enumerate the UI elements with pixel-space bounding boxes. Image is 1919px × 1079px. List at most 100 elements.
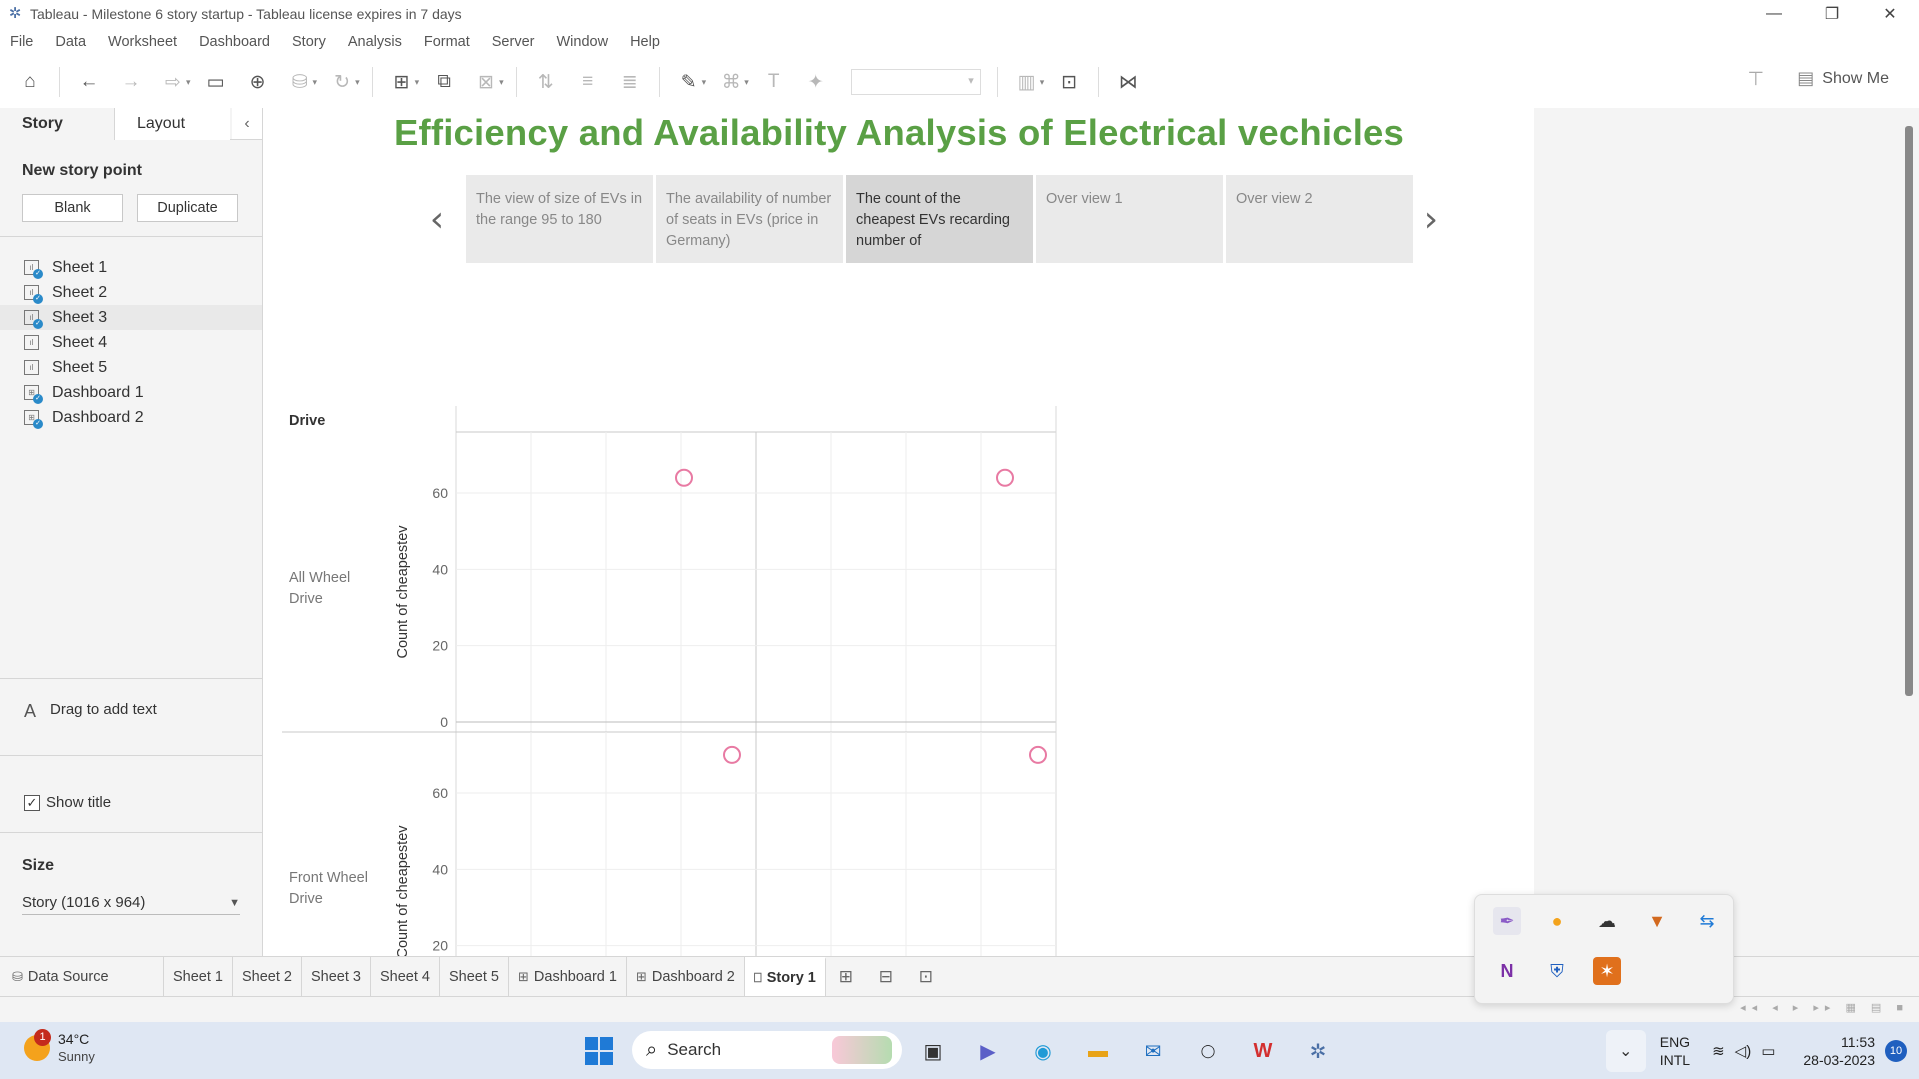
tab-sheet-1[interactable]: Sheet 1	[164, 956, 233, 997]
sheet-list-item[interactable]: ıl ✓ Sheet 1	[0, 255, 262, 280]
tab-sheet-3[interactable]: Sheet 3	[302, 956, 371, 997]
file-explorer-icon[interactable]: ▬	[1083, 1036, 1113, 1066]
new-worksheet-icon[interactable]: ⊞	[388, 68, 416, 96]
tab-sheet-4[interactable]: Sheet 4	[371, 956, 440, 997]
fix-axes-icon[interactable]: ✦	[802, 68, 830, 96]
refresh-icon[interactable]: ↻	[328, 68, 356, 96]
blank-button[interactable]: Blank	[22, 194, 123, 222]
menu-worksheet[interactable]: Worksheet	[98, 34, 189, 50]
fit-dropdown[interactable]	[850, 69, 981, 95]
edge-icon[interactable]: ◉	[1028, 1036, 1058, 1066]
pen-app-icon[interactable]: ✒	[1493, 907, 1521, 935]
input-language[interactable]: ENG INTL	[1660, 1033, 1690, 1069]
sheet-list-item[interactable]: ıl ✓ Sheet 2	[0, 280, 262, 305]
highlight-icon[interactable]: ✎	[675, 68, 703, 96]
show-cards-icon[interactable]: ▥	[1013, 68, 1041, 96]
volume-icon[interactable]: ◁)	[1735, 1042, 1752, 1060]
share-icon[interactable]: ⋈	[1114, 68, 1142, 96]
vlc-icon[interactable]: ▼	[1643, 907, 1671, 935]
new-story-tab-icon[interactable]: ⊡	[906, 957, 946, 997]
pause-caret-icon[interactable]: ▾	[313, 77, 318, 88]
sync-app-icon[interactable]: ⇆	[1693, 907, 1721, 935]
tableau-taskbar-icon[interactable]: ✲	[1303, 1036, 1333, 1066]
menu-server[interactable]: Server	[482, 34, 547, 50]
previous-point-arrow-icon[interactable]: ‹	[424, 174, 450, 264]
tab-dashboard-2[interactable]: ⊞ Dashboard 2	[627, 956, 745, 997]
show-hidden-icons-chevron-icon[interactable]: ⌄	[1605, 1029, 1646, 1072]
show-cards-caret-icon[interactable]: ▾	[1040, 77, 1045, 88]
pause-updates-icon[interactable]: ⛁	[286, 68, 314, 96]
menu-help[interactable]: Help	[620, 34, 672, 50]
highlight-caret-icon[interactable]: ▾	[702, 77, 707, 88]
new-dashboard-tab-icon[interactable]: ⊟	[866, 957, 906, 997]
menu-format[interactable]: Format	[414, 34, 482, 50]
security-shield-icon[interactable]: ⛨	[1543, 957, 1571, 985]
tab-sheet-2[interactable]: Sheet 2	[233, 956, 302, 997]
labels-icon[interactable]: T	[760, 68, 788, 96]
next-point-arrow-icon[interactable]: ›	[1418, 174, 1444, 264]
new-worksheet-tab-icon[interactable]: ⊞	[826, 957, 866, 997]
fire-app-icon[interactable]: ✶	[1593, 957, 1621, 985]
refresh-caret-icon[interactable]: ▾	[355, 77, 360, 88]
clear-sheet-icon[interactable]: ⊠	[472, 68, 500, 96]
onedrive-off-icon[interactable]: ☁	[1593, 907, 1621, 935]
view-controls-icon[interactable]: ◂◂ ◂ ▸ ▸▸ ▦ ▤ ■	[1740, 1001, 1909, 1014]
teams-chat-icon[interactable]: ▶	[973, 1036, 1003, 1066]
weather-widget[interactable]: 1 34°C Sunny	[24, 1029, 95, 1066]
sheet-list-item[interactable]: ⊞ ✓ Dashboard 1	[0, 380, 262, 405]
save-icon[interactable]: ▭	[202, 68, 230, 96]
sort-descending-icon[interactable]: ≣	[616, 68, 644, 96]
menu-data[interactable]: Data	[45, 34, 98, 50]
sheet-list-item[interactable]: ıl ✓ Sheet 3	[0, 305, 262, 330]
new-worksheet-caret-icon[interactable]: ▾	[415, 77, 420, 88]
orange-app-icon[interactable]: ●	[1543, 907, 1571, 935]
vertical-scrollbar[interactable]	[1905, 126, 1913, 696]
story-point-2[interactable]: The availability of number of seats in E…	[656, 175, 843, 263]
wps-office-icon[interactable]: W	[1248, 1036, 1278, 1066]
collapse-panel-icon[interactable]: ‹	[232, 108, 262, 139]
close-icon[interactable]: ✕	[1861, 0, 1919, 28]
presentation-mode-icon[interactable]: ⊡	[1055, 68, 1083, 96]
size-dropdown[interactable]: Story (1016 x 964) ▼	[22, 891, 240, 915]
story-point-4[interactable]: Over view 1	[1036, 175, 1223, 263]
undo-icon[interactable]: ←	[75, 68, 103, 96]
menu-analysis[interactable]: Analysis	[338, 34, 414, 50]
clear-caret-icon[interactable]: ▾	[499, 77, 504, 88]
tab-sheet-5[interactable]: Sheet 5	[440, 956, 509, 997]
menu-dashboard[interactable]: Dashboard	[189, 34, 282, 50]
tab-story[interactable]: Story	[0, 108, 115, 140]
tab-dashboard-1[interactable]: ⊞ Dashboard 1	[509, 956, 627, 997]
wifi-icon[interactable]: ≋	[1712, 1042, 1725, 1060]
restore-icon[interactable]: ❐	[1803, 0, 1861, 28]
data-source-tab[interactable]: ⛁ Data Source	[0, 956, 164, 997]
duplicate-button[interactable]: Duplicate	[137, 194, 238, 222]
mail-icon[interactable]: ✉	[1138, 1036, 1168, 1066]
tab-story-1[interactable]: ⎕ Story 1	[744, 956, 826, 997]
sort-ascending-icon[interactable]: ≡	[574, 68, 602, 96]
notification-count-badge[interactable]: 10	[1885, 1039, 1907, 1062]
menu-file[interactable]: File	[0, 34, 45, 50]
show-me-button[interactable]: ▤ Show Me	[1797, 68, 1889, 89]
group-caret-icon[interactable]: ▾	[744, 77, 749, 88]
drag-to-add-text[interactable]: A Drag to add text	[0, 678, 262, 756]
home-icon[interactable]: ⌂	[16, 68, 44, 96]
clock[interactable]: 11:53 28-03-2023	[1803, 1033, 1875, 1069]
swap-icon[interactable]: ⇅	[532, 68, 560, 96]
taskbar-search[interactable]: ⌕ Search	[632, 1031, 902, 1069]
sheet-list-item[interactable]: ⊞ ✓ Dashboard 2	[0, 405, 262, 430]
task-view-icon[interactable]: ▣	[918, 1036, 948, 1066]
dell-icon[interactable]: ◯	[1193, 1036, 1223, 1066]
battery-icon[interactable]: ▭	[1761, 1042, 1775, 1060]
pin-icon[interactable]: ⊤	[1747, 68, 1764, 91]
sheet-list-item[interactable]: ıl Sheet 4	[0, 330, 262, 355]
story-point-3[interactable]: The count of the cheapest EVs recarding …	[846, 175, 1033, 263]
new-data-source-icon[interactable]: ⊕	[244, 68, 272, 96]
redo-icon[interactable]: →	[117, 68, 145, 96]
replay-icon[interactable]: ⇨	[159, 68, 187, 96]
menu-story[interactable]: Story	[282, 34, 338, 50]
duplicate-sheet-icon[interactable]: ⧉	[430, 68, 458, 96]
windows-start-icon[interactable]	[585, 1037, 613, 1065]
show-title-checkbox[interactable]: ✓ Show title	[24, 794, 111, 811]
sheet-list-item[interactable]: ıl Sheet 5	[0, 355, 262, 380]
menu-window[interactable]: Window	[546, 34, 620, 50]
